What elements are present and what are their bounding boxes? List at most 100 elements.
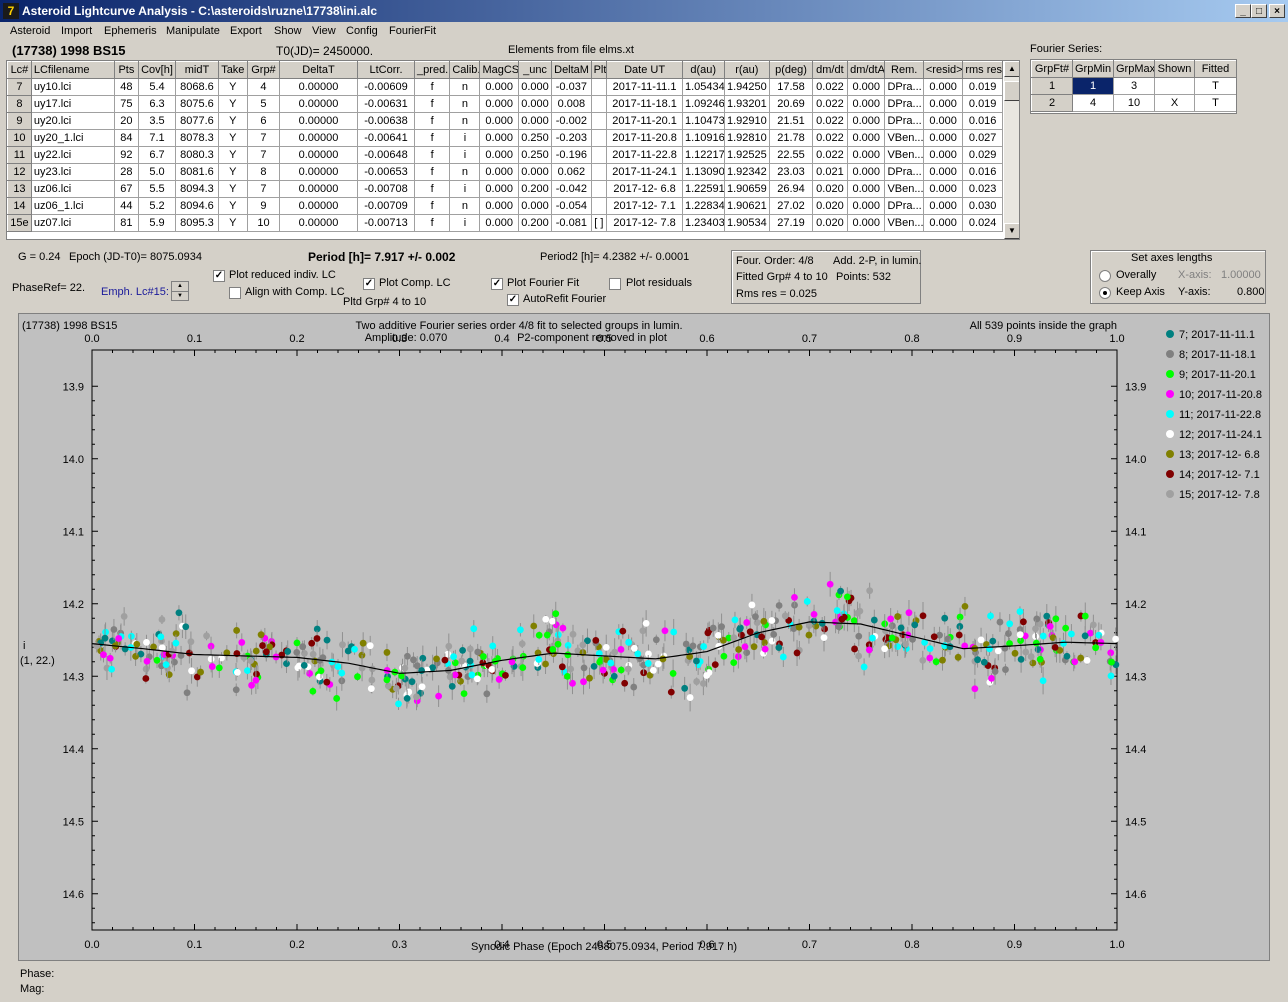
table-cell[interactable]: f <box>414 163 451 181</box>
table-cell[interactable]: 8078.3 <box>175 129 219 147</box>
plot-fourier-checkbox[interactable]: ✓ <box>491 278 503 290</box>
table-cell[interactable]: 22.55 <box>769 146 813 164</box>
table-cell[interactable]: 2017-12- 6.8 <box>606 180 683 198</box>
table-cell[interactable]: 48 <box>113 78 139 96</box>
table-cell[interactable] <box>590 95 608 113</box>
column-header[interactable]: LCfilename <box>30 61 115 79</box>
table-cell[interactable]: 2017-11-22.8 <box>606 146 683 164</box>
table-cell[interactable]: 6.7 <box>137 146 177 164</box>
table-cell[interactable] <box>590 112 608 130</box>
table-cell[interactable]: 0.024 <box>962 214 1003 232</box>
lightcurve-plot[interactable]: 0.00.00.10.10.20.20.30.30.40.40.50.50.60… <box>19 314 1269 960</box>
table-cell[interactable]: i <box>449 129 481 147</box>
table-cell[interactable]: -0.002 <box>551 112 592 130</box>
table-cell[interactable]: 0.000 <box>847 146 886 164</box>
menu-ephemeris[interactable]: Ephemeris <box>104 25 157 37</box>
table-cell[interactable]: VBen... <box>884 146 924 164</box>
table-cell[interactable]: 8068.6 <box>175 78 219 96</box>
table-cell[interactable]: 0.200 <box>517 180 553 198</box>
table-cell[interactable]: 8075.6 <box>175 95 219 113</box>
table-cell[interactable]: 0.020 <box>811 214 849 232</box>
table-cell[interactable]: 0.00000 <box>279 78 358 96</box>
table-cell[interactable]: 0.019 <box>962 95 1003 113</box>
table-cell[interactable]: 1.90534 <box>723 214 771 232</box>
column-header[interactable]: MagCS <box>479 61 519 79</box>
table-cell[interactable]: -0.00609 <box>356 78 416 96</box>
table-cell[interactable]: 27.02 <box>769 197 813 215</box>
fourier-cell[interactable]: X <box>1154 94 1195 112</box>
table-cell[interactable]: 3.5 <box>137 112 177 130</box>
scroll-up-button[interactable]: ▲ <box>1004 61 1019 77</box>
table-cell[interactable]: f <box>414 214 451 232</box>
table-cell[interactable]: 0.022 <box>811 78 849 96</box>
table-cell[interactable]: 0.000 <box>922 95 964 113</box>
table-cell[interactable]: 0.008 <box>551 95 592 113</box>
table-cell[interactable]: 5.9 <box>137 214 177 232</box>
table-cell[interactable]: 0.000 <box>479 163 519 181</box>
table-cell[interactable]: 8080.3 <box>175 146 219 164</box>
column-header[interactable]: Pts <box>113 61 139 79</box>
table-cell[interactable]: f <box>414 197 451 215</box>
table-cell[interactable]: Y <box>217 146 248 164</box>
table-cell[interactable]: 0.00000 <box>279 112 358 130</box>
column-header[interactable]: DeltaT <box>279 61 358 79</box>
table-cell[interactable]: 5.0 <box>137 163 177 181</box>
table-cell[interactable]: 8094.3 <box>175 180 219 198</box>
table-cell[interactable]: -0.054 <box>551 197 592 215</box>
table-cell[interactable]: 0.000 <box>479 129 519 147</box>
column-header[interactable]: Cov[h] <box>137 61 177 79</box>
table-cell[interactable]: i <box>449 146 481 164</box>
fourier-cell[interactable]: T <box>1194 94 1236 112</box>
table-cell[interactable] <box>590 146 608 164</box>
table-cell[interactable]: VBen... <box>884 129 924 147</box>
table-cell[interactable]: 0.00000 <box>279 180 358 198</box>
fourier-column-header[interactable]: GrpFt# <box>1031 60 1073 78</box>
table-cell[interactable]: f <box>414 112 451 130</box>
table-cell[interactable]: 0.250 <box>517 129 553 147</box>
table-cell[interactable]: 0.00000 <box>279 146 358 164</box>
table-cell[interactable]: 1.13090 <box>681 163 725 181</box>
table-cell[interactable]: uy20_1.lci <box>30 129 115 147</box>
table-cell[interactable]: 0.000 <box>922 78 964 96</box>
table-cell[interactable]: Y <box>217 163 248 181</box>
table-cell[interactable]: uy17.lci <box>30 95 115 113</box>
menu-export[interactable]: Export <box>230 25 262 37</box>
table-scrollbar[interactable]: ▲ ▼ <box>1004 61 1019 239</box>
table-cell[interactable]: 0.000 <box>922 146 964 164</box>
table-cell[interactable]: 21.78 <box>769 129 813 147</box>
menu-show[interactable]: Show <box>274 25 302 37</box>
autorefit-checkbox[interactable]: ✓ <box>507 294 519 306</box>
table-cell[interactable]: 28 <box>113 163 139 181</box>
table-cell[interactable]: 0.000 <box>479 112 519 130</box>
table-cell[interactable]: 0.000 <box>847 78 886 96</box>
table-cell[interactable]: 21.51 <box>769 112 813 130</box>
table-cell[interactable]: DPra... <box>884 95 924 113</box>
column-header[interactable]: LtCorr. <box>356 61 416 79</box>
table-row[interactable]: 12 uy23.lci 28 5.0 8081.6 Y 8 0.00000 -0.00653 f n… <box>7 163 1003 181</box>
table-cell[interactable]: 2017-11-24.1 <box>606 163 683 181</box>
table-cell[interactable]: VBen... <box>884 214 924 232</box>
table-cell[interactable]: 0.000 <box>922 112 964 130</box>
table-cell[interactable]: 0.023 <box>962 180 1003 198</box>
table-cell[interactable]: 1.93201 <box>723 95 771 113</box>
table-cell[interactable]: 0.000 <box>847 197 886 215</box>
table-cell[interactable]: n <box>449 197 481 215</box>
table-cell[interactable]: 0.019 <box>962 78 1003 96</box>
column-header[interactable]: r(au) <box>723 61 771 79</box>
table-cell[interactable]: 0.022 <box>811 146 849 164</box>
table-cell[interactable]: 1.10916 <box>681 129 725 147</box>
table-cell[interactable]: uy10.lci <box>30 78 115 96</box>
table-cell[interactable]: 0.022 <box>811 112 849 130</box>
align-checkbox[interactable] <box>229 287 241 299</box>
table-cell[interactable]: 8095.3 <box>175 214 219 232</box>
x-axis-value[interactable]: 1.00000 <box>1221 269 1261 281</box>
menu-import[interactable]: Import <box>61 25 92 37</box>
table-cell[interactable]: 1.23403 <box>681 214 725 232</box>
table-cell[interactable]: -0.00638 <box>356 112 416 130</box>
table-cell[interactable]: f <box>414 146 451 164</box>
table-cell[interactable]: n <box>449 163 481 181</box>
menu-config[interactable]: Config <box>346 25 378 37</box>
table-cell[interactable]: 4 <box>246 78 281 96</box>
table-cell[interactable]: 0.022 <box>811 95 849 113</box>
table-cell[interactable]: 1.94250 <box>723 78 771 96</box>
